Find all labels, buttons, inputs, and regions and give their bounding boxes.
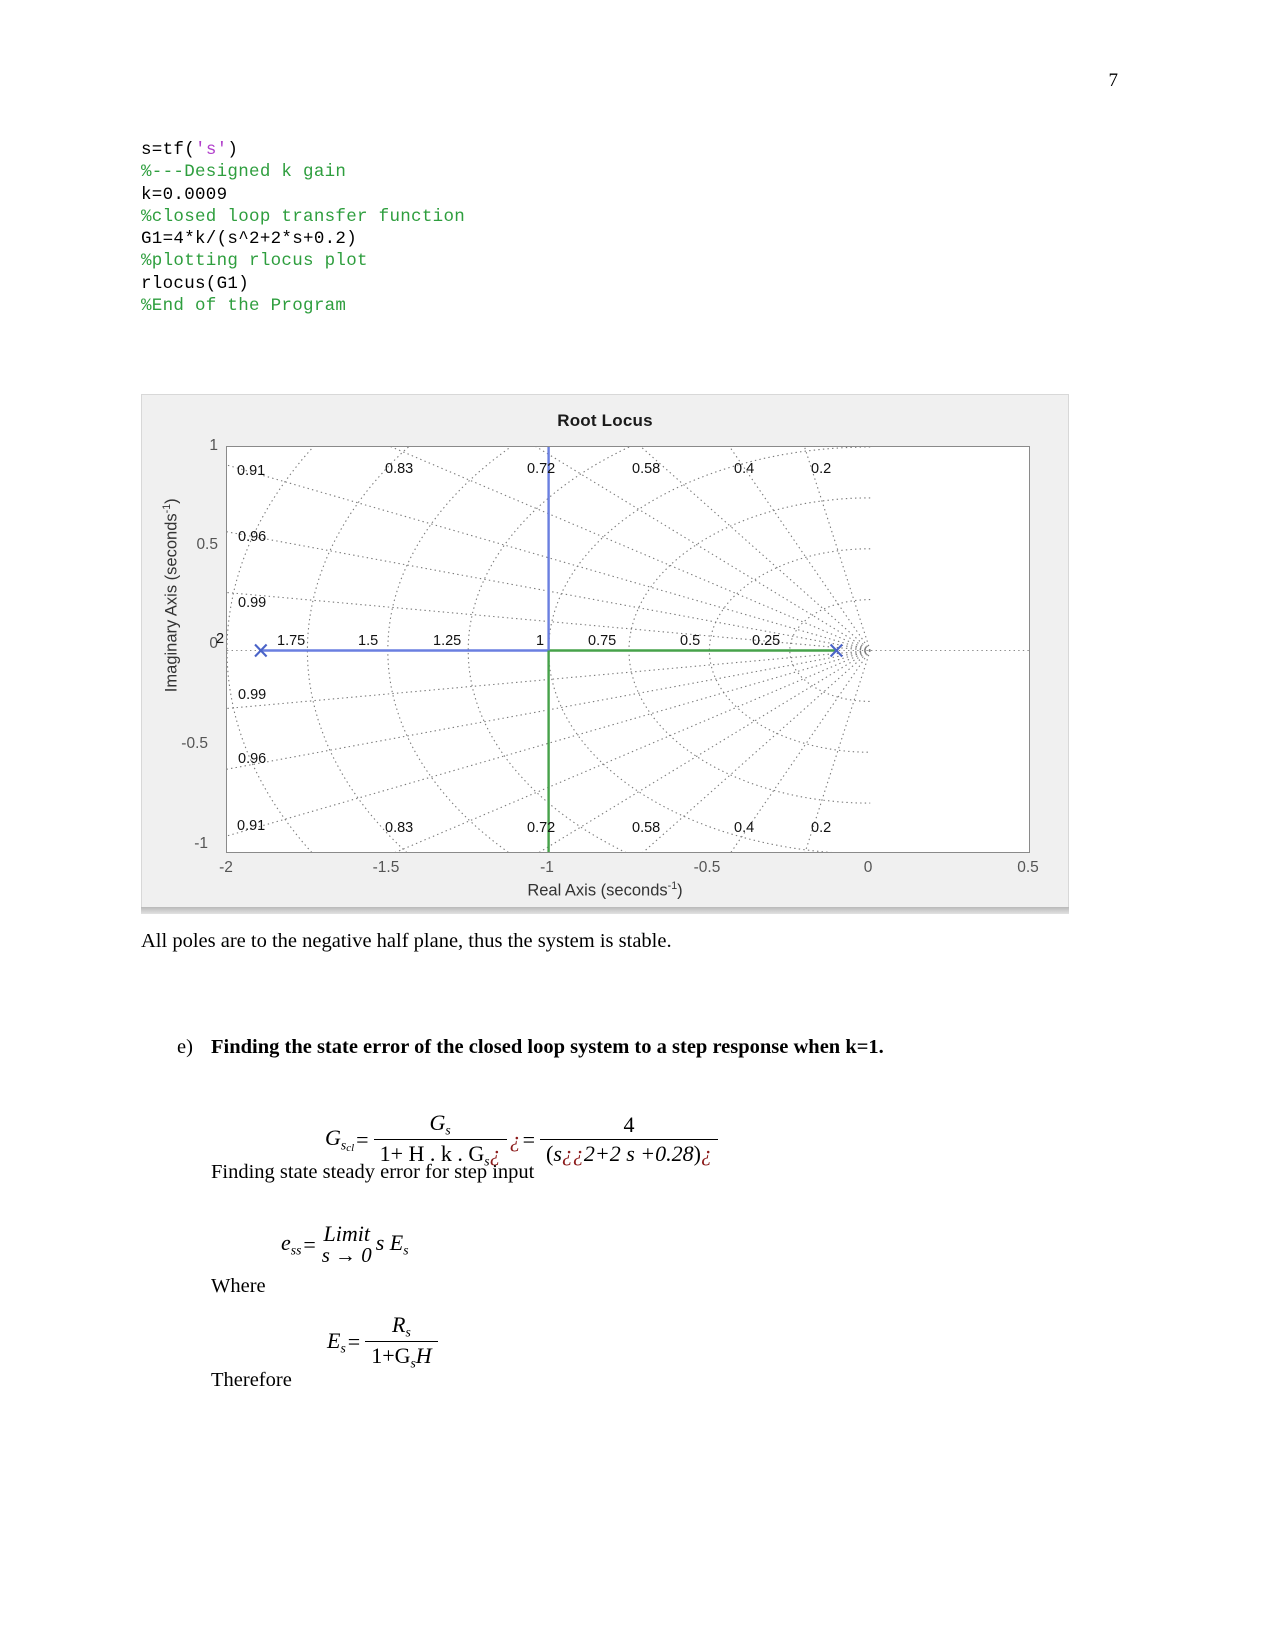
damping-label-0_72-lower: 0.72 [527, 820, 556, 836]
wn-label-0_75: 0.75 [588, 633, 617, 649]
eq1-numerator-right: 4 [623, 1112, 635, 1138]
x-axis-label-exponent: -1 [667, 879, 678, 892]
y-axis-label-exponent: -1 [160, 503, 173, 514]
code-token-plain: k=0.0009 [141, 184, 228, 205]
equation-steady-state-error: ess = Limit s → 0 s Es [281, 1222, 409, 1267]
eq2-lhs: ess [281, 1230, 302, 1258]
code-token-comment: %plotting rlocus plot [141, 251, 368, 272]
damping-ray [730, 650, 871, 852]
therefore-label: Therefore [211, 1369, 292, 1391]
y-tick-neg0_5: -0.5 [181, 735, 208, 752]
wn-label-1_5: 1.5 [358, 633, 379, 649]
eq3-denominator: 1+GsH [365, 1341, 438, 1371]
code-line: s=tf('s') [141, 139, 465, 161]
code-token-plain: ) [227, 140, 239, 160]
damping-label-0_99-upper: 0.99 [238, 595, 267, 611]
damping-label-0_2-lower: 0.2 [811, 820, 832, 836]
eq1-denominator-right: (s¿¿2+2 s +0.28)¿ [540, 1139, 718, 1167]
wn-label-1_25: 1.25 [433, 633, 462, 649]
eq1-equals-2: = [522, 1126, 535, 1152]
eq3-fraction: Rs 1+GsH [365, 1312, 438, 1372]
y-axis-label-close: ) [162, 498, 181, 504]
section-e-marker: e) [177, 1036, 193, 1058]
page-number: 7 [1108, 70, 1119, 91]
eq2-limit-condition: s → 0 [321, 1243, 372, 1268]
damping-label-0_83-upper: 0.83 [385, 461, 414, 477]
eq1-fraction-right: 4 (s¿¿2+2 s +0.28)¿ [540, 1112, 718, 1167]
damping-label-0_96-lower: 0.96 [238, 751, 267, 767]
y-tick-1: 1 [209, 437, 218, 454]
figure-title: Root Locus [557, 411, 653, 430]
code-token-plain: G1=4*k/(s^2+2*s+0.2) [141, 229, 358, 250]
code-token-string: 's' [195, 140, 228, 160]
finding-steady-error-note: Finding state steady error for step inpu… [211, 1161, 535, 1183]
code-token-comment: %closed loop transfer function [141, 206, 466, 227]
eq1-equals: = [356, 1126, 369, 1152]
plot-area: 0.91 0.96 0.99 0.83 0.72 0.58 0.4 0.2 0.… [226, 446, 1030, 853]
x-tick-neg2: -2 [219, 859, 233, 876]
x-tick-0: 0 [863, 859, 873, 876]
eq1-lhs: Gscl [325, 1125, 355, 1155]
damping-label-0_4-lower: 0.4 [734, 820, 755, 836]
wn-label-2: 2 [216, 631, 225, 647]
damping-label-0_2-upper: 0.2 [811, 461, 832, 477]
code-token-plain: s=tf( [141, 140, 196, 160]
eq2-rhs: s Es [375, 1230, 409, 1258]
eq3-lhs: Es [327, 1327, 346, 1356]
damping-label-0_83-lower: 0.83 [385, 820, 414, 836]
damping-label-0_58-upper: 0.58 [632, 461, 661, 477]
where-label: Where [211, 1275, 266, 1297]
damping-label-0_4-upper: 0.4 [734, 461, 755, 477]
code-line: rlocus(G1) [141, 273, 465, 295]
eq2-equals: = [303, 1231, 316, 1257]
y-tick-0_5: 0.5 [196, 536, 218, 553]
section-e-heading: e) Finding the state error of the closed … [177, 1036, 884, 1059]
equation-error-signal: Es = Rs 1+GsH [327, 1312, 441, 1372]
section-e-text: Finding the state error of the closed lo… [211, 1036, 884, 1058]
eq2-limit-word: Limit [323, 1221, 370, 1246]
damping-ray [803, 447, 871, 651]
figure-bottom-shadow [141, 907, 1069, 914]
stability-note: All poles are to the negative half plane… [141, 930, 672, 952]
damping-label-0_99-lower: 0.99 [238, 687, 267, 703]
x-axis-label-text: Real Axis (seconds [527, 881, 668, 899]
code-token-plain: rlocus(G1) [141, 273, 250, 294]
damping-ray [729, 447, 871, 651]
eq3-numerator: Rs [392, 1312, 411, 1340]
eq3-equals: = [347, 1328, 361, 1354]
y-tick-neg1: -1 [194, 835, 208, 852]
damping-label-0_91-upper: 0.91 [237, 463, 266, 479]
x-axis-label-close: ) [677, 881, 683, 899]
damping-label-0_96-upper: 0.96 [238, 529, 267, 545]
x-tick-neg1: -1 [540, 859, 554, 876]
x-tick-0_5: 0.5 [1017, 859, 1039, 876]
root-locus-figure: Root Locus Imaginary Axis (seconds-1) 1 … [141, 394, 1069, 913]
code-token-comment: %End of the Program [141, 296, 347, 317]
y-tick-0: 0 [209, 635, 218, 652]
eq1-mid-placeholder: ¿ [509, 1126, 521, 1152]
root-locus-plot-svg [227, 447, 1029, 852]
wn-label-1_75: 1.75 [277, 633, 306, 649]
code-line: %---Designed k gain [141, 161, 465, 183]
wn-label-1: 1 [536, 633, 545, 649]
eq1-numerator-left: Gs [429, 1110, 451, 1138]
x-axis-label: Real Axis (seconds-1) [142, 880, 1068, 901]
code-token-comment: %---Designed k gain [141, 162, 347, 183]
damping-label-0_91-lower: 0.91 [237, 818, 266, 834]
damping-label-0_72-upper: 0.72 [527, 461, 556, 477]
code-line: G1=4*k/(s^2+2*s+0.2) [141, 228, 465, 250]
eq2-limit: Limit s → 0 [322, 1222, 372, 1267]
code-line: k=0.0009 [141, 184, 465, 206]
wn-label-0_5: 0.5 [680, 633, 701, 649]
matlab-code-block: s=tf('s') %---Designed k gain k=0.0009 %clo… [141, 139, 465, 317]
wn-label-0_25: 0.25 [752, 633, 781, 649]
code-line: %plotting rlocus plot [141, 250, 465, 272]
code-line: %End of the Program [141, 295, 465, 317]
y-axis-label: Imaginary Axis (seconds-1) [161, 430, 182, 760]
code-line: %closed loop transfer function [141, 206, 465, 228]
x-tick-neg1_5: -1.5 [372, 859, 400, 876]
damping-label-0_58-lower: 0.58 [632, 820, 661, 836]
x-tick-neg0_5: -0.5 [693, 859, 721, 876]
